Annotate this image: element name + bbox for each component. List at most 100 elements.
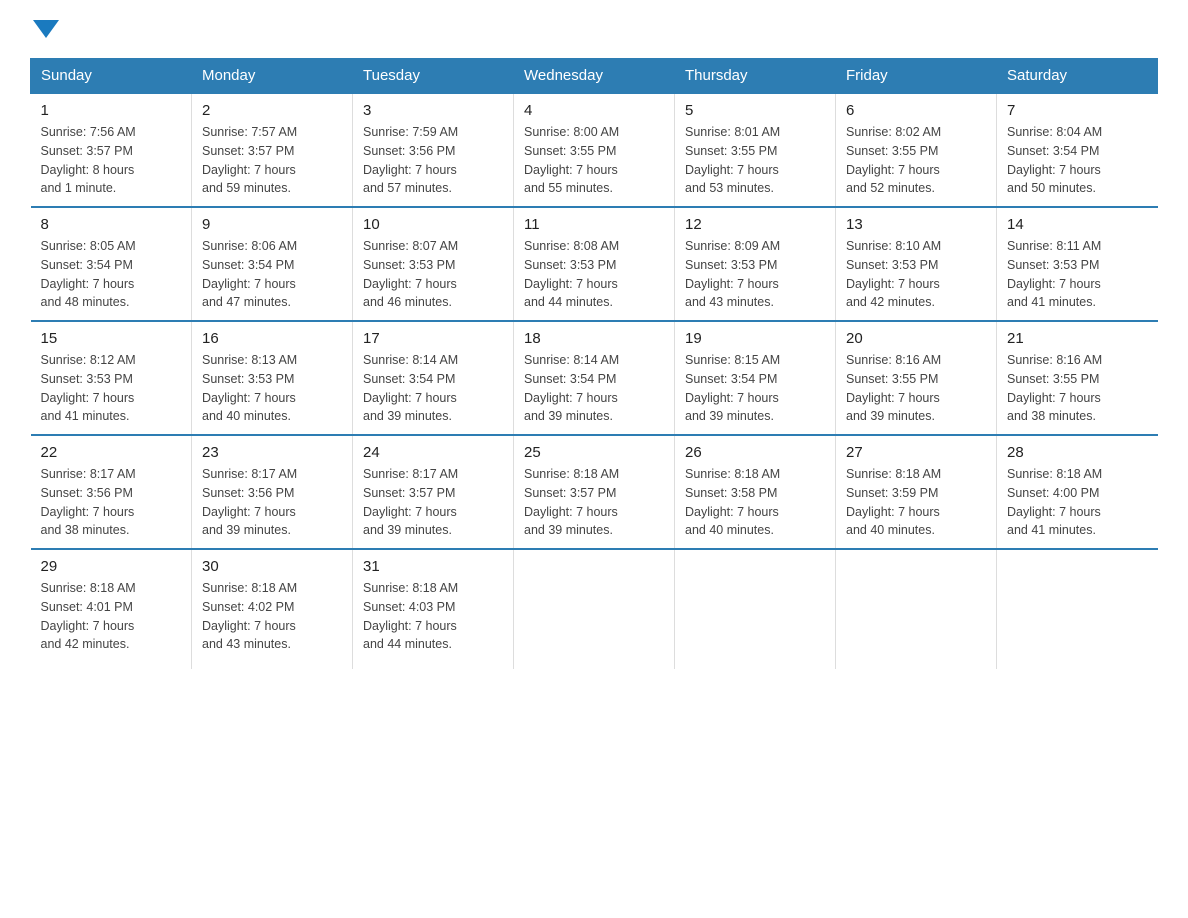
calendar-cell: 1 Sunrise: 7:56 AM Sunset: 3:57 PM Daylig… [31,93,192,207]
day-number: 14 [1007,216,1148,233]
calendar-cell [997,549,1158,669]
day-info: Sunrise: 7:57 AM Sunset: 3:57 PM Dayligh… [202,123,342,198]
calendar-cell: 22 Sunrise: 8:17 AM Sunset: 3:56 PM Dayli… [31,435,192,549]
calendar-cell: 28Sunrise: 8:18 AM Sunset: 4:00 PM Dayli… [997,435,1158,549]
day-number: 22 [41,444,182,461]
day-number: 26 [685,444,825,461]
day-number: 10 [363,216,503,233]
day-info: Sunrise: 8:14 AM Sunset: 3:54 PM Dayligh… [363,351,503,426]
day-number: 13 [846,216,986,233]
logo-arrow-icon [33,20,59,38]
day-number: 21 [1007,330,1148,347]
day-info: Sunrise: 7:59 AM Sunset: 3:56 PM Dayligh… [363,123,503,198]
day-info: Sunrise: 8:16 AM Sunset: 3:55 PM Dayligh… [846,351,986,426]
calendar-cell: 17 Sunrise: 8:14 AM Sunset: 3:54 PM Dayli… [353,321,514,435]
calendar-cell: 8 Sunrise: 8:05 AM Sunset: 3:54 PM Daylig… [31,207,192,321]
calendar-cell: 6 Sunrise: 8:02 AM Sunset: 3:55 PM Daylig… [836,93,997,207]
day-number: 25 [524,444,664,461]
calendar-cell: 21 Sunrise: 8:16 AM Sunset: 3:55 PM Dayli… [997,321,1158,435]
day-number: 18 [524,330,664,347]
day-number: 23 [202,444,342,461]
day-number: 28 [1007,444,1148,461]
day-info: Sunrise: 8:17 AM Sunset: 3:57 PM Dayligh… [363,465,503,540]
day-number: 5 [685,102,825,119]
day-info: Sunrise: 8:18 AM Sunset: 3:59 PM Dayligh… [846,465,986,540]
day-number: 29 [41,558,182,575]
column-header-tuesday: Tuesday [353,59,514,94]
day-number: 17 [363,330,503,347]
day-info: Sunrise: 8:12 AM Sunset: 3:53 PM Dayligh… [41,351,182,426]
day-number: 1 [41,102,182,119]
day-info: Sunrise: 8:07 AM Sunset: 3:53 PM Dayligh… [363,237,503,312]
calendar-cell: 24 Sunrise: 8:17 AM Sunset: 3:57 PM Dayli… [353,435,514,549]
day-info: Sunrise: 8:02 AM Sunset: 3:55 PM Dayligh… [846,123,986,198]
column-header-sunday: Sunday [31,59,192,94]
day-number: 19 [685,330,825,347]
calendar-cell [675,549,836,669]
calendar-cell: 26 Sunrise: 8:18 AM Sunset: 3:58 PM Dayli… [675,435,836,549]
day-info: Sunrise: 8:17 AM Sunset: 3:56 PM Dayligh… [202,465,342,540]
calendar-week-row: 29 Sunrise: 8:18 AM Sunset: 4:01 PM Dayli… [31,549,1158,669]
day-number: 4 [524,102,664,119]
page-header [30,20,1158,38]
calendar-cell: 15 Sunrise: 8:12 AM Sunset: 3:53 PM Dayli… [31,321,192,435]
day-info: Sunrise: 8:04 AM Sunset: 3:54 PM Dayligh… [1007,123,1148,198]
day-number: 7 [1007,102,1148,119]
day-number: 6 [846,102,986,119]
day-info: Sunrise: 8:13 AM Sunset: 3:53 PM Dayligh… [202,351,342,426]
day-info: Sunrise: 8:15 AM Sunset: 3:54 PM Dayligh… [685,351,825,426]
column-header-monday: Monday [192,59,353,94]
calendar-cell: 9Sunrise: 8:06 AM Sunset: 3:54 PM Daylig… [192,207,353,321]
calendar-header-row: SundayMondayTuesdayWednesdayThursdayFrid… [31,59,1158,94]
calendar-cell: 19 Sunrise: 8:15 AM Sunset: 3:54 PM Dayli… [675,321,836,435]
calendar-table: SundayMondayTuesdayWednesdayThursdayFrid… [30,58,1158,669]
calendar-cell: 5 Sunrise: 8:01 AM Sunset: 3:55 PM Daylig… [675,93,836,207]
day-info: Sunrise: 8:01 AM Sunset: 3:55 PM Dayligh… [685,123,825,198]
day-number: 8 [41,216,182,233]
calendar-week-row: 22 Sunrise: 8:17 AM Sunset: 3:56 PM Dayli… [31,435,1158,549]
calendar-cell: 13 Sunrise: 8:10 AM Sunset: 3:53 PM Dayli… [836,207,997,321]
day-number: 15 [41,330,182,347]
column-header-thursday: Thursday [675,59,836,94]
calendar-cell: 16 Sunrise: 8:13 AM Sunset: 3:53 PM Dayli… [192,321,353,435]
calendar-cell [514,549,675,669]
calendar-cell: 30 Sunrise: 8:18 AM Sunset: 4:02 PM Dayli… [192,549,353,669]
day-number: 11 [524,216,664,233]
calendar-cell: 10 Sunrise: 8:07 AM Sunset: 3:53 PM Dayli… [353,207,514,321]
calendar-cell: 14Sunrise: 8:11 AM Sunset: 3:53 PM Dayli… [997,207,1158,321]
day-info: Sunrise: 8:05 AM Sunset: 3:54 PM Dayligh… [41,237,182,312]
day-info: Sunrise: 8:18 AM Sunset: 4:02 PM Dayligh… [202,579,342,654]
day-number: 24 [363,444,503,461]
day-info: Sunrise: 8:18 AM Sunset: 3:58 PM Dayligh… [685,465,825,540]
day-info: Sunrise: 8:18 AM Sunset: 3:57 PM Dayligh… [524,465,664,540]
day-info: Sunrise: 8:17 AM Sunset: 3:56 PM Dayligh… [41,465,182,540]
day-info: Sunrise: 7:56 AM Sunset: 3:57 PM Dayligh… [41,123,182,198]
calendar-cell: 23 Sunrise: 8:17 AM Sunset: 3:56 PM Dayli… [192,435,353,549]
calendar-cell: 7 Sunrise: 8:04 AM Sunset: 3:54 PM Daylig… [997,93,1158,207]
calendar-cell: 31 Sunrise: 8:18 AM Sunset: 4:03 PM Dayli… [353,549,514,669]
column-header-wednesday: Wednesday [514,59,675,94]
day-number: 20 [846,330,986,347]
calendar-cell: 2Sunrise: 7:57 AM Sunset: 3:57 PM Daylig… [192,93,353,207]
day-info: Sunrise: 8:08 AM Sunset: 3:53 PM Dayligh… [524,237,664,312]
day-number: 3 [363,102,503,119]
day-info: Sunrise: 8:16 AM Sunset: 3:55 PM Dayligh… [1007,351,1148,426]
day-number: 30 [202,558,342,575]
calendar-week-row: 8 Sunrise: 8:05 AM Sunset: 3:54 PM Daylig… [31,207,1158,321]
column-header-saturday: Saturday [997,59,1158,94]
calendar-cell: 4Sunrise: 8:00 AM Sunset: 3:55 PM Daylig… [514,93,675,207]
day-info: Sunrise: 8:09 AM Sunset: 3:53 PM Dayligh… [685,237,825,312]
day-number: 31 [363,558,503,575]
day-number: 16 [202,330,342,347]
calendar-cell: 3 Sunrise: 7:59 AM Sunset: 3:56 PM Daylig… [353,93,514,207]
calendar-cell: 18Sunrise: 8:14 AM Sunset: 3:54 PM Dayli… [514,321,675,435]
calendar-week-row: 15 Sunrise: 8:12 AM Sunset: 3:53 PM Dayli… [31,321,1158,435]
day-info: Sunrise: 8:18 AM Sunset: 4:03 PM Dayligh… [363,579,503,654]
day-info: Sunrise: 8:06 AM Sunset: 3:54 PM Dayligh… [202,237,342,312]
calendar-cell: 29 Sunrise: 8:18 AM Sunset: 4:01 PM Dayli… [31,549,192,669]
day-number: 12 [685,216,825,233]
day-info: Sunrise: 8:10 AM Sunset: 3:53 PM Dayligh… [846,237,986,312]
calendar-cell [836,549,997,669]
day-info: Sunrise: 8:18 AM Sunset: 4:01 PM Dayligh… [41,579,182,654]
calendar-cell: 11 Sunrise: 8:08 AM Sunset: 3:53 PM Dayli… [514,207,675,321]
